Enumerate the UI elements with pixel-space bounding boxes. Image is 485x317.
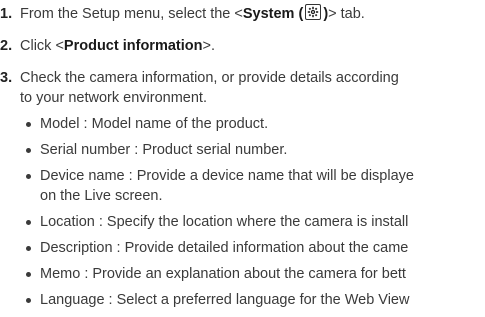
step-text: Click <Product information>.	[20, 36, 215, 56]
step-text-post: > tab.	[328, 6, 365, 22]
bullet-icon	[26, 272, 31, 277]
step-text-pre: From the Setup menu, select the <	[20, 6, 243, 22]
bullet-text: Model : Model name of the product.	[40, 116, 269, 132]
bullet-icon	[26, 246, 31, 251]
step-text: to your network environment.	[20, 90, 207, 106]
step-text: Check the camera information, or provide…	[20, 70, 399, 86]
step-number: 2.	[0, 38, 13, 54]
bullet-icon	[26, 220, 31, 225]
bullet-icon	[26, 122, 31, 127]
step-number: 3.	[0, 70, 13, 86]
bullet-text: Location : Specify the location where th…	[40, 214, 409, 230]
bullet-text: Description : Provide detailed informati…	[40, 240, 409, 256]
step-text-post: >.	[202, 38, 215, 54]
bullet-text: Serial number : Product serial number.	[40, 142, 288, 158]
step-text-pre: Click <	[20, 38, 64, 54]
step-text: From the Setup menu, select the <System …	[20, 4, 365, 24]
bullet-icon	[26, 148, 31, 153]
bullet-icon	[26, 174, 31, 179]
gear-icon	[305, 4, 322, 20]
bullet-text: Memo : Provide an explanation about the …	[40, 266, 406, 282]
bullet-text: on the Live screen.	[40, 188, 163, 204]
step-number: 1.	[0, 6, 13, 22]
product-information-label: Product information	[63, 38, 203, 54]
bullet-icon	[26, 298, 31, 303]
bullet-text: Language : Select a preferred language f…	[40, 292, 410, 308]
system-tab-label: System (	[242, 6, 304, 22]
bullet-text: Device name : Provide a device name that…	[40, 168, 414, 184]
instruction-document: 1. From the Setup menu, select the <Syst…	[0, 0, 485, 317]
